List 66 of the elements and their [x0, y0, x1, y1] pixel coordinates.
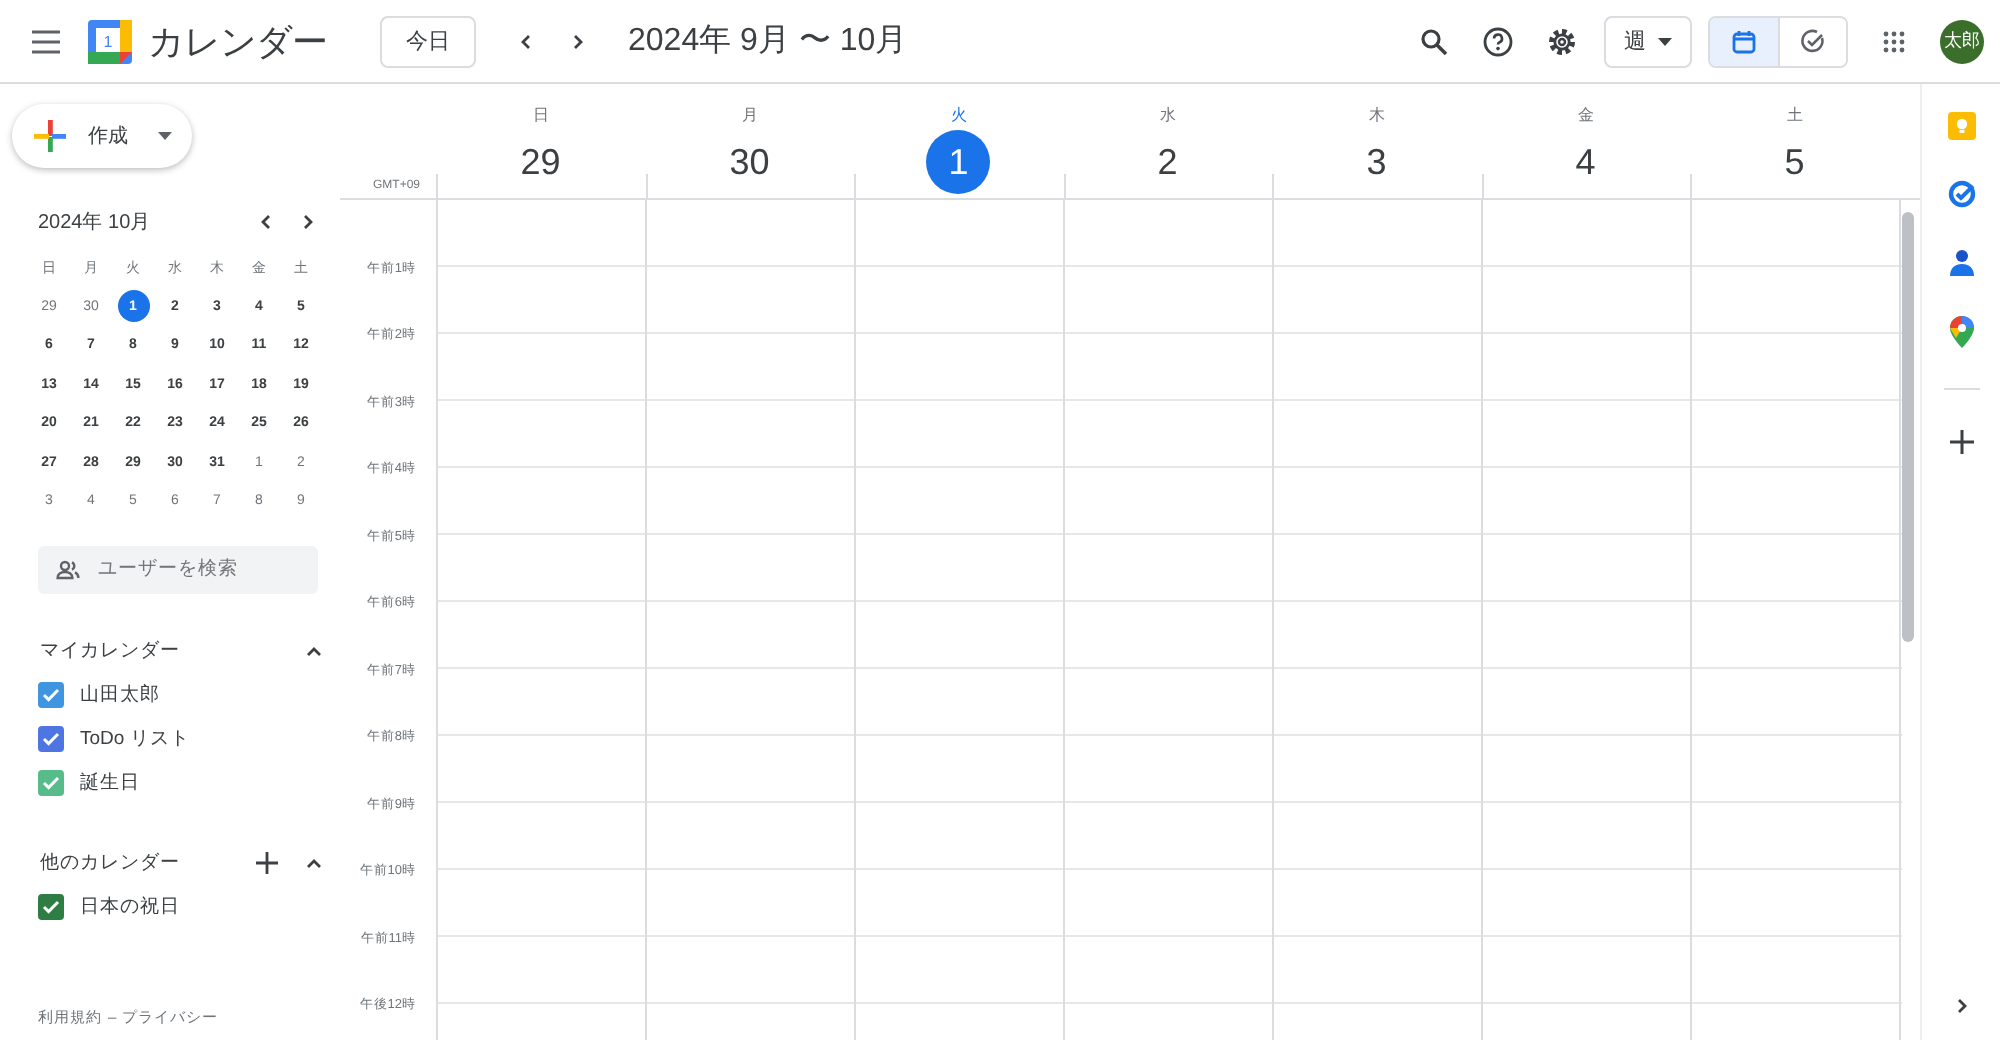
date-number[interactable]: 5 — [1762, 130, 1827, 194]
checkmark-icon — [42, 730, 60, 748]
date-range: 2024年 9月 〜 10月 — [628, 22, 908, 62]
weekday-label: 火 — [950, 104, 967, 126]
checkmark-icon — [42, 774, 60, 792]
weekday-label: 月 — [741, 104, 758, 126]
view-dropdown[interactable]: 週 — [1604, 15, 1692, 67]
lightbulb-icon — [1947, 112, 1975, 140]
plus-icon — [32, 118, 68, 154]
checkmark-icon — [42, 686, 60, 704]
calendar-group-title: マイカレンダー — [40, 638, 182, 664]
map-pin-icon — [1949, 316, 1973, 348]
tasks-view-button[interactable] — [1778, 17, 1846, 65]
month-title: 2024年 10月 — [38, 210, 153, 236]
chevron-right-icon — [298, 212, 318, 232]
apps-grid-icon — [1882, 29, 1906, 53]
calendar-checkbox[interactable] — [38, 682, 64, 708]
app-name: カレンダー — [148, 19, 328, 65]
plus-icon — [1949, 430, 1973, 454]
maps-app-button[interactable] — [1949, 316, 1973, 348]
calendar-name: 日本の祝日 — [80, 894, 180, 920]
calendar-checkbox[interactable] — [38, 726, 64, 752]
weekday-label: 木 — [1368, 104, 1385, 126]
calendar-logo: 1 — [88, 19, 132, 63]
plus-icon — [255, 852, 277, 874]
calendar-name: 山田太郎 — [80, 682, 160, 708]
dropdown-arrow-icon — [158, 132, 172, 140]
calendar-name: ToDo リスト — [80, 726, 190, 752]
chevron-left-icon — [516, 31, 536, 51]
date-number[interactable]: 4 — [1553, 130, 1618, 194]
calendar-icon — [1732, 29, 1756, 53]
date-number[interactable]: 1 — [926, 130, 991, 194]
help-icon — [1482, 25, 1514, 57]
dropdown-arrow-icon — [1658, 37, 1672, 45]
add-app-button[interactable] — [1949, 430, 1973, 454]
user-avatar[interactable]: 太郎 — [1940, 19, 1984, 63]
check-circle-icon — [1800, 28, 1826, 54]
settings-icon — [1546, 25, 1578, 57]
calendar-name: 誕生日 — [80, 770, 140, 796]
create-button[interactable]: 作成 — [12, 104, 192, 168]
today-button[interactable]: 今日 — [380, 15, 476, 67]
person-icon — [1949, 248, 1973, 276]
menu-icon — [30, 29, 62, 53]
tasks-app-button[interactable] — [1947, 180, 1975, 208]
weekday-label: 金 — [1577, 104, 1594, 126]
people-icon — [56, 559, 80, 579]
search-icon — [1420, 27, 1448, 55]
date-number[interactable]: 30 — [717, 130, 782, 194]
chevron-left-icon — [256, 212, 276, 232]
weekday-label: 土 — [1786, 104, 1803, 126]
calendar-group-title: 他のカレンダー — [40, 850, 182, 876]
checkmark-icon — [42, 898, 60, 916]
chevron-right-icon — [568, 31, 588, 51]
add-calendar-button[interactable] — [252, 849, 280, 877]
calendar-view-button[interactable] — [1710, 17, 1778, 65]
date-number[interactable]: 29 — [508, 130, 573, 194]
calendar-checkbox[interactable] — [38, 894, 64, 920]
contacts-app-button[interactable] — [1949, 248, 1973, 276]
date-number[interactable]: 2 — [1135, 130, 1200, 194]
weekday-label: 日 — [532, 104, 549, 126]
people-search-field[interactable]: ユーザーを検索 — [38, 545, 318, 593]
date-number[interactable]: 3 — [1344, 130, 1409, 194]
check-circle-icon — [1947, 180, 1975, 208]
calendar-checkbox[interactable] — [38, 770, 64, 796]
scrollbar[interactable] — [1902, 212, 1914, 642]
weekday-label: 水 — [1159, 104, 1176, 126]
